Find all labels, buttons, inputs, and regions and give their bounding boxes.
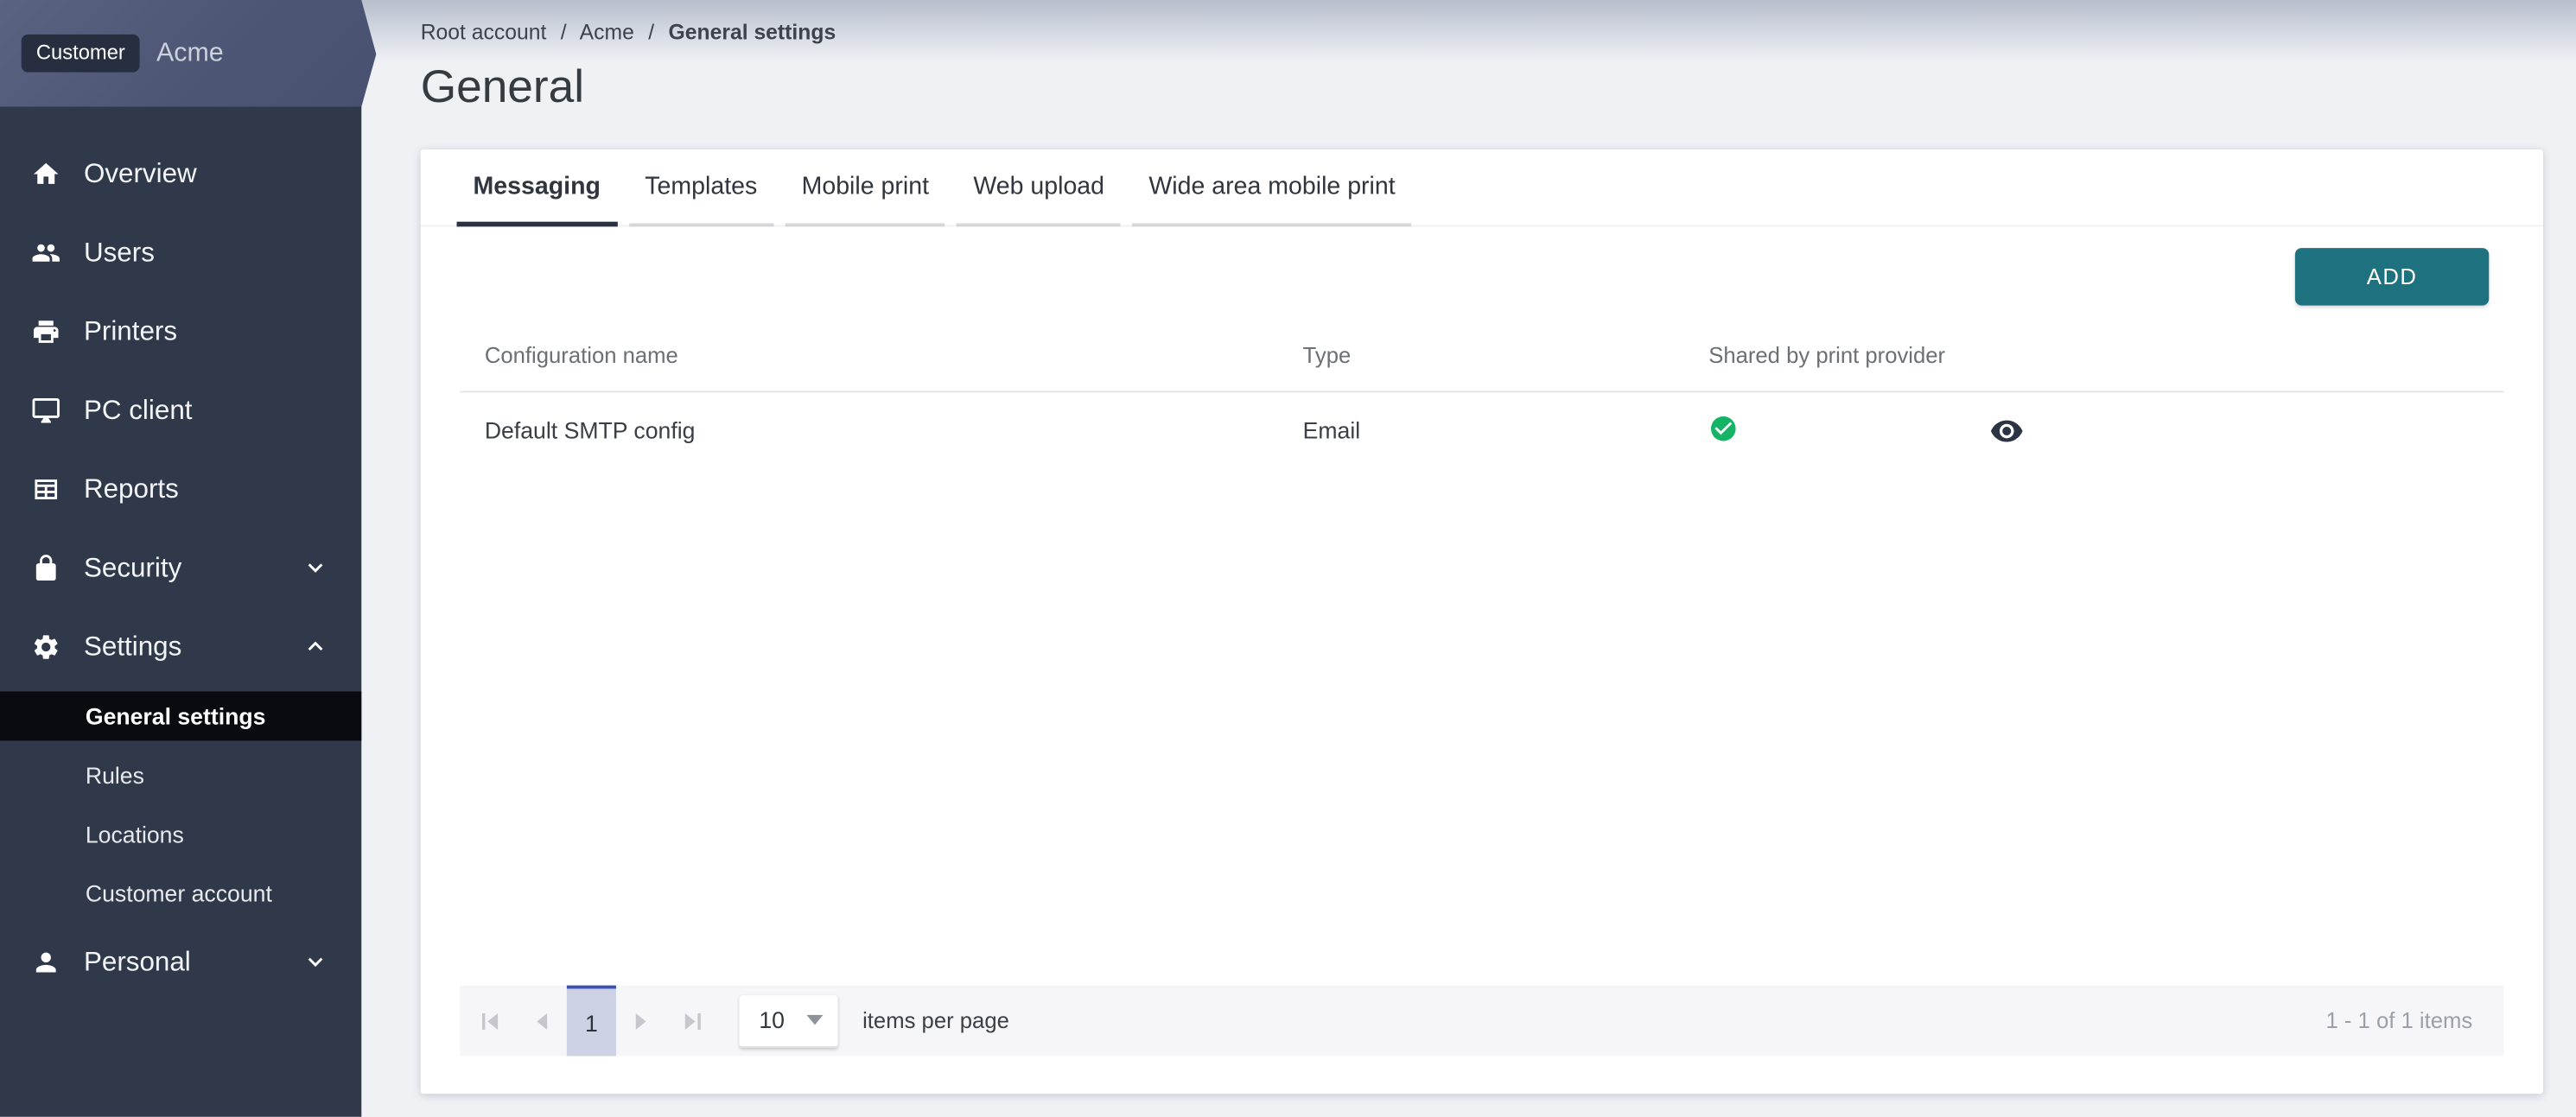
sidebar-item-settings[interactable]: Settings xyxy=(0,607,361,686)
chevron-down-icon xyxy=(304,556,328,580)
users-icon xyxy=(31,238,60,268)
breadcrumb-separator: / xyxy=(561,20,567,45)
breadcrumb-current: General settings xyxy=(669,20,836,45)
breadcrumb: Root account / Acme / General settings xyxy=(421,20,836,45)
breadcrumb-acme[interactable]: Acme xyxy=(580,20,634,45)
eye-preview-icon[interactable] xyxy=(1989,413,2024,447)
dropdown-caret-icon xyxy=(806,1015,823,1025)
sidebar-item-label: Reports xyxy=(84,473,179,505)
cell-actions xyxy=(1949,413,2504,447)
page-size-dropdown[interactable]: 10 xyxy=(740,994,838,1047)
sidebar-item-label: Overview xyxy=(84,158,197,189)
sidebar-subitem-label: Rules xyxy=(86,762,144,788)
sidebar-item-label: Settings xyxy=(84,631,181,663)
pager-first-page-button[interactable] xyxy=(470,986,510,1057)
page-title: General xyxy=(421,60,584,113)
tab-wide-area-mobile-print[interactable]: Wide area mobile print xyxy=(1132,149,1411,226)
pager-next-page-button[interactable] xyxy=(621,986,661,1057)
check-circle-icon xyxy=(1708,413,1738,442)
tab-label: Templates xyxy=(645,173,757,200)
cell-type: Email xyxy=(1278,417,1685,443)
sidebar-item-general-settings[interactable]: General settings xyxy=(0,691,361,740)
pager-previous-page-button[interactable] xyxy=(523,986,563,1057)
add-button[interactable]: ADD xyxy=(2295,248,2489,306)
sidebar-item-label: Users xyxy=(84,238,155,269)
cell-shared-status xyxy=(1686,413,1949,447)
sidebar-item-locations[interactable]: Locations xyxy=(0,805,361,864)
tab-label: Wide area mobile print xyxy=(1148,173,1395,200)
settings-card: Messaging Templates Mobile print Web upl… xyxy=(421,149,2543,1094)
column-header-configuration-name: Configuration name xyxy=(460,343,1278,368)
person-icon xyxy=(31,948,60,977)
column-header-shared-by-print-provider: Shared by print provider xyxy=(1686,343,1949,368)
sidebar-item-users[interactable]: Users xyxy=(0,213,361,292)
account-banner: Customer Acme xyxy=(0,0,378,107)
sidebar-item-personal[interactable]: Personal xyxy=(0,923,361,1001)
sidebar-item-overview[interactable]: Overview xyxy=(0,135,361,213)
settings-submenu: General settings Rules Locations Custome… xyxy=(0,691,361,923)
sidebar-subitem-label: Locations xyxy=(86,822,184,847)
sidebar-subitem-label: General settings xyxy=(86,703,266,729)
tab-web-upload[interactable]: Web upload xyxy=(957,149,1121,226)
sidebar-item-label: Security xyxy=(84,553,181,584)
table-header: Configuration name Type Shared by print … xyxy=(460,321,2503,393)
page-size-value: 10 xyxy=(759,1006,785,1032)
sidebar-item-customer-account[interactable]: Customer account xyxy=(0,864,361,923)
sidebar-item-pc-client[interactable]: PC client xyxy=(0,371,361,450)
tab-bar: Messaging Templates Mobile print Web upl… xyxy=(421,149,2543,226)
printer-icon xyxy=(31,317,60,346)
account-name: Acme xyxy=(156,39,224,68)
sidebar-item-rules[interactable]: Rules xyxy=(0,746,361,804)
sidebar-item-security[interactable]: Security xyxy=(0,529,361,607)
lock-icon xyxy=(31,554,60,583)
app-root: Customer Acme Overview Users Printers xyxy=(0,0,2576,1117)
pager: 1 10 items per page 1 - 1 of 1 items xyxy=(460,986,2503,1057)
table-row: Default SMTP config Email xyxy=(460,392,2503,467)
main-content: Root account / Acme / General settings G… xyxy=(361,0,2576,1117)
breadcrumb-root-account[interactable]: Root account xyxy=(421,20,547,45)
reports-table-icon xyxy=(31,474,60,504)
chevron-down-icon xyxy=(304,951,328,974)
sidebar-item-label: Printers xyxy=(84,316,177,347)
tab-templates[interactable]: Templates xyxy=(628,149,773,226)
tab-label: Mobile print xyxy=(802,173,929,200)
items-per-page-label: items per page xyxy=(862,1008,1009,1033)
home-icon xyxy=(31,159,60,188)
sidebar-item-label: PC client xyxy=(84,395,193,426)
breadcrumb-separator: / xyxy=(648,20,654,45)
sidebar-nav: Overview Users Printers PC client xyxy=(0,107,361,1002)
monitor-icon xyxy=(31,396,60,425)
pager-current-page[interactable]: 1 xyxy=(567,986,616,1057)
tab-label: Messaging xyxy=(474,172,601,200)
sidebar: Customer Acme Overview Users Printers xyxy=(0,0,361,1117)
tab-mobile-print[interactable]: Mobile print xyxy=(786,149,945,226)
pager-last-page-button[interactable] xyxy=(673,986,713,1057)
column-header-type: Type xyxy=(1278,343,1685,368)
tab-label: Web upload xyxy=(973,173,1104,200)
cell-configuration-name: Default SMTP config xyxy=(460,417,1278,443)
pager-range-info: 1 - 1 of 1 items xyxy=(2325,1008,2472,1033)
customer-type-badge: Customer xyxy=(22,34,140,73)
gear-icon xyxy=(31,632,60,662)
sidebar-subitem-label: Customer account xyxy=(86,880,272,906)
sidebar-item-reports[interactable]: Reports xyxy=(0,450,361,529)
chevron-up-icon xyxy=(304,636,328,659)
sidebar-item-label: Personal xyxy=(84,947,191,978)
tab-messaging[interactable]: Messaging xyxy=(457,149,617,226)
sidebar-item-printers[interactable]: Printers xyxy=(0,292,361,371)
